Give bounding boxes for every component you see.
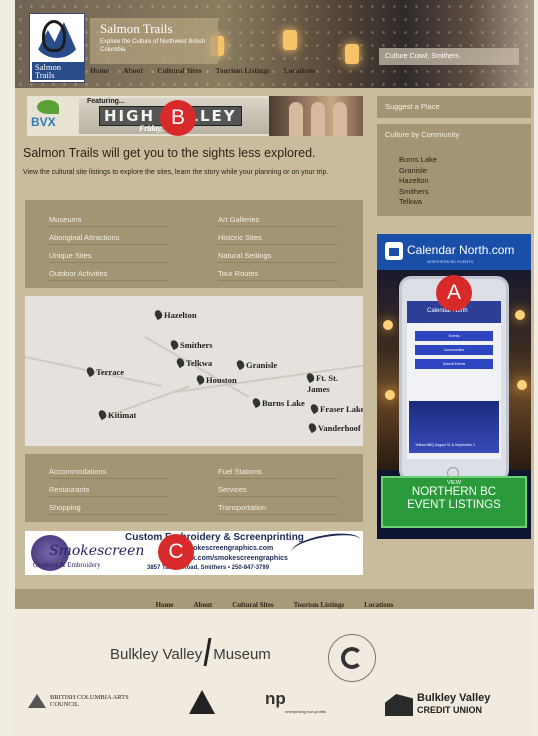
map-pin-houston[interactable]: Houston — [197, 375, 237, 385]
community-telkwa[interactable]: Telkwa — [377, 197, 531, 208]
category-tour-routes[interactable]: Tour Routes — [218, 269, 338, 281]
event-photo: Telkwa BBQ August 31 & September 1 — [409, 401, 499, 453]
enp-logo[interactable]: np enterprising non-profits — [265, 689, 326, 714]
swirl-icon — [341, 647, 363, 669]
nav-about[interactable]: About — [123, 66, 143, 75]
map-pin-burns-lake[interactable]: Burns Lake — [253, 398, 305, 408]
page: Salmon Trails Salmon Trails Explore the … — [15, 0, 534, 736]
ad-headline: Custom Embroidery & Screenprinting — [125, 532, 304, 543]
calendar-ad-header: Calendar North.com NORTHERN BC EVENTS — [377, 234, 531, 270]
community-box: Culture by Community Burns Lake Granisle… — [377, 124, 531, 216]
intro-heading: Salmon Trails will get you to the sights… — [23, 146, 316, 160]
bulkley-valley-museum-logo[interactable]: Bulkley Valley Museum — [110, 638, 271, 666]
category-aboriginal[interactable]: Aboriginal Attractions — [49, 233, 169, 245]
marker-b: B — [160, 100, 196, 136]
footer-nav-about[interactable]: About — [194, 601, 213, 609]
category-museums[interactable]: Museums — [49, 215, 169, 227]
service-transportation[interactable]: Transportation — [218, 503, 338, 515]
circle-swirl-logo[interactable] — [328, 634, 376, 682]
map-pin-hazelton[interactable]: Hazelton — [155, 310, 197, 320]
service-shopping[interactable]: Shopping — [49, 503, 169, 515]
community-burns-lake[interactable]: Burns Lake — [377, 155, 531, 166]
smokescreen-ad[interactable]: Smokescreen Graphics & Embroidery Custom… — [25, 531, 363, 575]
site-title: Salmon Trails — [100, 21, 173, 36]
app-events-button: Events — [415, 331, 493, 341]
map-pin-vanderhoof[interactable]: Vanderhoof — [309, 423, 361, 433]
category-natural[interactable]: Natural Settings — [218, 251, 338, 263]
salmon-icon — [42, 20, 66, 52]
nav-cultural-sites[interactable]: Cultural Sites — [157, 66, 201, 75]
service-services[interactable]: Services — [218, 485, 338, 497]
community-smithers[interactable]: Smithers — [377, 187, 531, 198]
calendar-icon — [385, 242, 403, 260]
view-event-listings-button[interactable]: VIEW NORTHERN BC EVENT LISTINGS — [381, 476, 527, 528]
map-pin-fraser-lake[interactable]: Fraser Lake — [311, 404, 363, 414]
app-communities-button: Communities — [415, 345, 493, 355]
main-nav: Home About Cultural Sites Tourism Listin… — [90, 66, 329, 75]
smokescreen-logo: Smokescreen Graphics & Embroidery — [31, 535, 144, 571]
marker-c: C — [158, 534, 194, 570]
site-subtitle: Explore the Culture of Northwest British… — [100, 39, 206, 53]
sponsor-footer: Bulkley Valley Museum BRITISH COLUMBIA AR… — [15, 609, 534, 736]
footer-nav-home[interactable]: Home — [156, 601, 174, 609]
services-box: Accommodations Restaurants Shopping Fuel… — [25, 454, 363, 522]
triangle-icon — [28, 694, 46, 708]
community-heading: Culture by Community — [385, 130, 460, 139]
suggest-place-box[interactable]: Suggest a Place — [377, 96, 531, 118]
site-logo[interactable]: Salmon Trails — [29, 13, 85, 83]
footer-nav-tourism-listings[interactable]: Tourism Listings — [294, 601, 345, 609]
service-restaurants[interactable]: Restaurants — [49, 485, 169, 497]
service-accommodations[interactable]: Accommodations — [49, 467, 169, 479]
band-photo — [269, 96, 363, 136]
map-pin-kitimat[interactable]: Kitimat — [99, 410, 136, 420]
category-art-galleries[interactable]: Art Galleries — [218, 215, 338, 227]
category-outdoor[interactable]: Outdoor Activities — [49, 269, 169, 281]
site-title-block: Salmon Trails Explore the Culture of Nor… — [90, 18, 218, 64]
logo-text: Salmon Trails — [32, 62, 84, 80]
footer-nav-locations[interactable]: Locations — [364, 601, 393, 609]
nav-locations[interactable]: Locations — [284, 66, 315, 75]
region-map[interactable]: Hazelton Smithers Telkwa Terrace Houston… — [25, 296, 363, 446]
category-box: Museums Aboriginal Attractions Unique Si… — [25, 200, 363, 288]
map-pin-terrace[interactable]: Terrace — [87, 367, 124, 377]
nav-tourism-listings[interactable]: Tourism Listings — [216, 66, 270, 75]
suggest-place-link[interactable]: Suggest a Place — [377, 96, 531, 117]
footer-nav-cultural-sites[interactable]: Cultural Sites — [232, 601, 273, 609]
header-caption: Culture Crawl: Smithers — [379, 48, 519, 65]
mountain-icon — [385, 694, 413, 716]
map-pin-smithers[interactable]: Smithers — [171, 340, 213, 350]
nav-home[interactable]: Home — [90, 66, 109, 75]
map-pin-ft-st-james[interactable]: Ft. St. James — [307, 373, 355, 395]
header-banner: Salmon Trails Salmon Trails Explore the … — [15, 0, 534, 88]
bc-arts-council-logo[interactable]: BRITISH COLUMBIA ARTS COUNCIL — [28, 694, 150, 708]
category-historic[interactable]: Historic Sites — [218, 233, 338, 245]
footer-nav: Home About Cultural Sites Tourism Listin… — [15, 589, 534, 609]
community-hazelton[interactable]: Hazelton — [377, 176, 531, 187]
leaf-icon — [37, 100, 59, 114]
community-granisle[interactable]: Granisle — [377, 166, 531, 177]
regional-district-logo[interactable] — [189, 690, 215, 714]
map-pin-telkwa[interactable]: Telkwa — [177, 358, 212, 368]
service-fuel-stations[interactable]: Fuel Stations — [218, 467, 338, 479]
category-unique[interactable]: Unique Sites — [49, 251, 169, 263]
intro-body: View the cultural site listings to explo… — [23, 169, 329, 176]
bvx-logo: BVX — [29, 100, 67, 132]
map-pin-granisle[interactable]: Granisle — [237, 360, 277, 370]
app-submit-button: Submit Events — [415, 359, 493, 369]
marker-a: A — [436, 275, 472, 311]
